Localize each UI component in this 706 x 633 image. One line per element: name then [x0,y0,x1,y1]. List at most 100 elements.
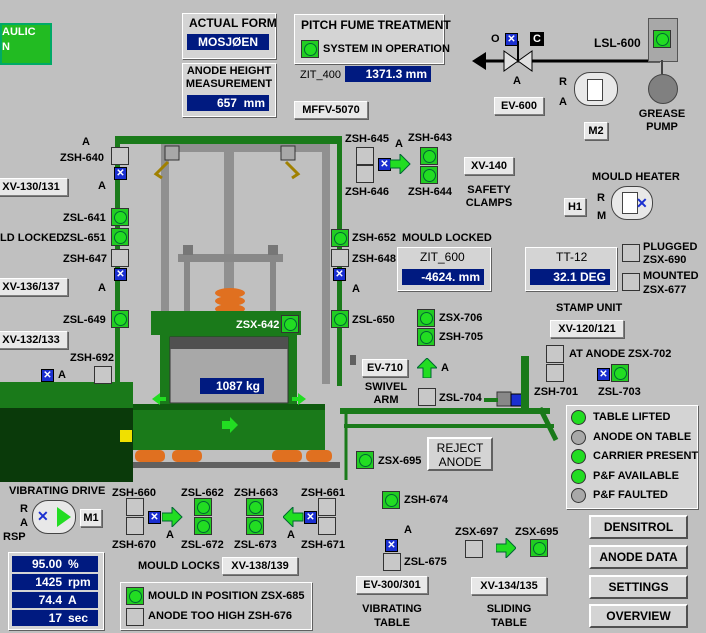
status-light [571,429,586,445]
zsh-648-label: ZSH-648 [352,253,397,265]
zsh-647-x-icon[interactable]: ✕ [114,268,127,281]
ev-300-tag[interactable]: EV-300/301 [356,576,428,594]
tt-12-field: 32.1 DEG [530,269,610,285]
xv-132-tag[interactable]: XV-132/133 [0,331,68,349]
at-anode-indicator [546,345,564,363]
xv-138-tag[interactable]: XV-138/139 [222,557,298,575]
vib-readouts-panel: 95.00% 1425 rpm 74.4 A 17 sec [8,552,104,630]
zsh-663-light [246,498,264,516]
zsh-692-x-icon[interactable]: ✕ [41,369,54,382]
zsh-647-label: ZSH-647 [63,253,108,265]
lock-a2-label: A [287,529,295,541]
xv-140-tag[interactable]: XV-140 [464,157,514,175]
zsh-648-indicator [331,249,349,267]
zsl-675-x-icon[interactable]: ✕ [385,539,398,552]
zsh-640-label: ZSH-640 [60,152,105,164]
zsh-701-label: ZSH-701 [534,386,579,398]
sliding-table-label: SLIDING TABLE [486,603,532,629]
ev-710-tag[interactable]: EV-710 [362,359,408,377]
zsl-662-light [194,498,212,516]
vibrating-drive-motor-icon[interactable]: ✕ [32,500,76,534]
readout-unit: A [68,593,77,607]
zsh-660-indicator [126,498,144,516]
xv-136-a-label: A [98,282,106,294]
zit-600-panel: ZIT_600 -4624. mm [397,247,491,291]
zsx-695-bottom-label: ZSX-695 [515,526,559,538]
zsh-692-a-label: A [58,369,66,381]
zsh-652-light [331,229,349,247]
readout-unit: % [68,557,79,571]
zsh-648-x-icon[interactable]: ✕ [333,268,346,281]
zsh-647-indicator [111,249,129,267]
zsl-651-label: ZSL-651 [63,232,106,244]
zsx-697-label: ZSX-697 [455,526,499,538]
h1-tag[interactable]: H1 [564,198,586,216]
swivel-arm-label: SWIVEL ARM [364,381,408,406]
vib-a-label: A [20,517,28,529]
mould-heater-label: MOULD HEATER [592,171,680,183]
reject-anode-label: REJECT ANODE [436,441,484,469]
zsh-643-label: ZSH-643 [408,132,453,144]
zsh-692-label: ZSH-692 [70,352,115,364]
zsh-640-x-icon[interactable]: ✕ [114,167,127,180]
zsh-643-light [420,147,438,165]
xv-120-tag[interactable]: XV-120/121 [550,320,624,338]
zsl-704-label: ZSL-704 [439,392,482,404]
overview-button[interactable]: OVERVIEW [589,604,688,628]
lock-right-arrow-svg [283,507,304,527]
zsh-671-label: ZSH-671 [301,539,346,551]
zsh-674-label: ZSH-674 [404,494,449,506]
readout-row: 95.00% [12,556,98,572]
table-arrow-icon [222,417,238,433]
status-label: TABLE LIFTED [593,411,671,423]
zsh-705-light [417,328,435,346]
status-label: ANODE ON TABLE [593,430,692,443]
zsh-671-x-icon[interactable]: ✕ [304,511,317,524]
anode-data-button[interactable]: ANODE DATA [589,545,688,569]
zsx-706-label: ZSX-706 [439,312,483,324]
zsx-685-light [126,587,144,605]
heater-m-label: M [597,210,607,222]
lock-a1-label: A [166,529,174,541]
reject-anode-button[interactable]: REJECT ANODE [427,437,493,471]
clamp-a-label: A [395,138,403,150]
zsh-692-indicator [94,366,112,384]
xv-134-tag[interactable]: XV-134/135 [471,577,547,595]
zsh-674-light [382,491,400,509]
safety-clamps-label: SAFETY CLAMPS [465,184,513,209]
zit-600-title: ZIT_600 [420,250,465,264]
zsl-673-label: ZSL-673 [234,539,277,551]
lock-left-arrow-svg [162,507,183,527]
densitrol-button[interactable]: DENSITROL [589,515,688,539]
xv-130-tag[interactable]: XV-130/131 [0,178,68,196]
readout-unit: sec [68,611,89,625]
zsh-640-a-label: A [82,136,90,148]
zsl-703-light [611,364,629,382]
status-light [571,449,586,464]
zsl-641-label: ZSL-641 [63,212,106,224]
zsh-671-indicator [318,517,336,535]
plugged-label: PLUGGED [643,241,698,253]
heater-r-label: R [597,192,605,204]
mould-locks-label: MOULD LOCKS [138,560,220,572]
anode-too-high-label: ANODE TOO HIGH ZSH-676 [148,610,293,622]
zsx-706-light [417,309,435,327]
ev-710-a-label: A [441,362,449,374]
zsh-640-indicator [111,147,129,165]
readout-unit: rpm [68,575,91,589]
tt-12-unit: DEG [579,270,606,284]
mould-right-arrow-icon [292,393,306,405]
mould-heater-motor-icon[interactable]: ✕ [611,186,653,220]
settings-button[interactable]: SETTINGS [589,575,688,599]
mould-pos-panel: MOULD IN POSITION ZSX-685 ANODE TOO HIGH… [120,582,312,630]
zsh-701-indicator [546,364,564,382]
zsl-703-x-icon[interactable]: ✕ [597,368,610,381]
zsh-670-x-icon[interactable]: ✕ [148,511,161,524]
readout-value: 74.4 [38,593,62,607]
lock-right-arrow-icon [162,507,183,527]
zsl-704-indicator [418,388,436,406]
zsx-695-bottom-light [530,539,548,557]
m1-tag[interactable]: M1 [80,509,102,527]
zsl-649-label: ZSL-649 [63,314,106,326]
xv-136-tag[interactable]: XV-136/137 [0,278,68,296]
